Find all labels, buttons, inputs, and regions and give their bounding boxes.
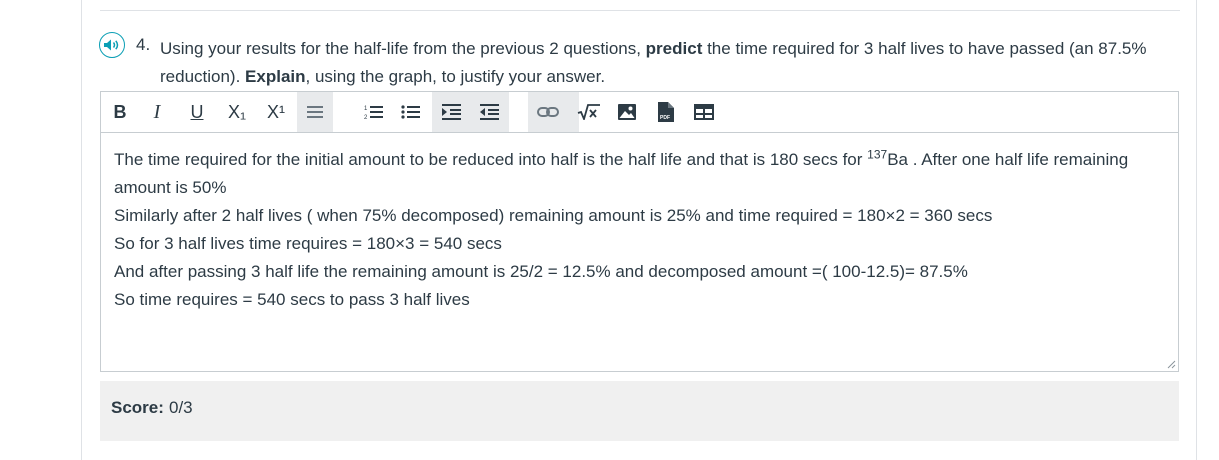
rich-text-editor[interactable]: B I U X₁ X¹ 1 2 PDF The time required fo… (100, 91, 1179, 372)
question-number: 4. (136, 35, 151, 54)
numbered-list-button[interactable]: 1 2 (361, 92, 387, 132)
indent-button[interactable] (438, 92, 466, 132)
question-bold-predict: predict (645, 39, 703, 58)
svg-text:PDF: PDF (660, 115, 670, 121)
superscript-button[interactable]: X¹ (263, 92, 289, 132)
bold-button[interactable]: B (109, 92, 131, 132)
table-icon (694, 104, 714, 120)
isotope-superscript: 137 (867, 147, 888, 162)
bullet-list-icon (401, 105, 420, 119)
math-button[interactable] (575, 92, 603, 132)
outdent-icon (480, 104, 499, 120)
link-icon (537, 107, 559, 117)
svg-text:1: 1 (364, 106, 368, 112)
question-bold-explain: Explain (245, 67, 306, 86)
score-value: 0/3 (169, 398, 193, 417)
editor-content[interactable]: The time required for the initial amount… (114, 146, 1164, 314)
score-label: Score: (111, 398, 164, 417)
image-icon (618, 104, 636, 120)
math-icon (577, 104, 600, 120)
left-border (81, 0, 82, 460)
link-button[interactable] (534, 92, 562, 132)
image-button[interactable] (614, 92, 640, 132)
svg-text:2: 2 (364, 115, 368, 120)
outdent-button[interactable] (476, 92, 504, 132)
answer-line-1: The time required for the initial amount… (114, 147, 1129, 197)
pdf-button[interactable]: PDF (653, 92, 679, 132)
right-border (1196, 0, 1197, 460)
underline-button[interactable]: U (186, 92, 208, 132)
speaker-icon (104, 39, 119, 51)
resize-handle-icon[interactable] (1166, 359, 1176, 369)
table-button[interactable] (691, 92, 717, 132)
answer-line-4: And after passing 3 half life the remain… (114, 262, 968, 281)
editor-toolbar: B I U X₁ X¹ 1 2 PDF (101, 92, 1178, 133)
answer-line-5: So time requires = 540 secs to pass 3 ha… (114, 290, 470, 309)
read-aloud-button[interactable] (99, 32, 125, 58)
numbered-list-icon: 1 2 (364, 106, 383, 120)
subscript-button[interactable]: X₁ (224, 92, 250, 132)
bullet-list-button[interactable] (398, 92, 424, 132)
divider (100, 10, 1180, 11)
answer-line-2: Similarly after 2 half lives ( when 75% … (114, 206, 993, 225)
align-button[interactable] (301, 92, 329, 132)
align-icon (307, 106, 323, 118)
pdf-icon: PDF (658, 102, 674, 122)
question-text: Using your results for the half-life fro… (160, 39, 1147, 86)
italic-button[interactable]: I (146, 92, 168, 132)
score-bar: Score: 0/3 (100, 381, 1179, 441)
indent-icon (442, 104, 461, 120)
answer-line-3: So for 3 half lives time requires = 180×… (114, 234, 502, 253)
